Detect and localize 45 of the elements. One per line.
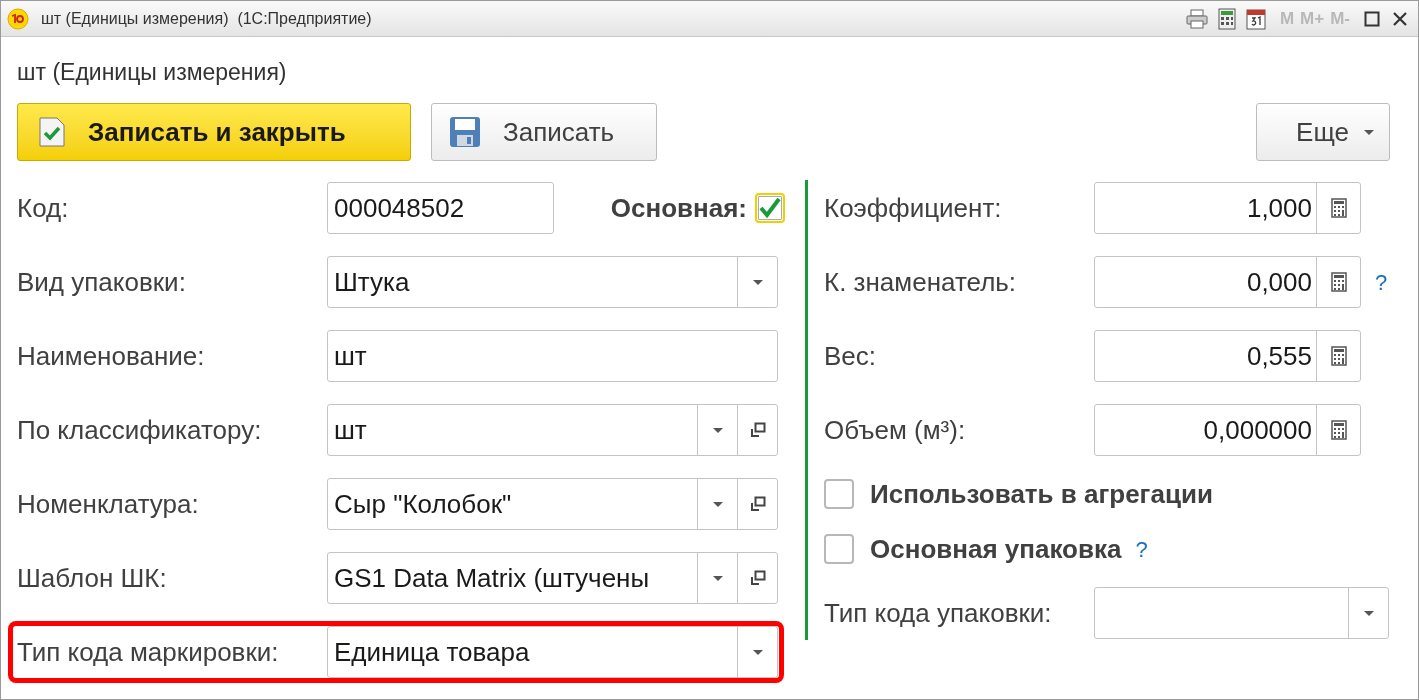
- field-label: Вид упаковки:: [17, 265, 187, 299]
- save-and-close-button[interactable]: Записать и закрыть: [17, 103, 411, 161]
- save-button[interactable]: Записать: [431, 103, 657, 161]
- field-label: Объем (м³):: [824, 413, 967, 447]
- checkbox[interactable]: [824, 479, 854, 509]
- number-field[interactable]: 0,000000: [1094, 404, 1361, 456]
- dropdown-field[interactable]: Штука: [327, 256, 778, 308]
- document-check-icon: [38, 117, 66, 147]
- field-label: Тип кода маркировки:: [17, 635, 280, 669]
- checkbox[interactable]: [824, 534, 854, 564]
- more-button[interactable]: Еще: [1256, 103, 1390, 161]
- field-label: По классификатору:: [17, 413, 263, 447]
- dropdown-field[interactable]: шт: [327, 404, 778, 456]
- field-label: Код:: [17, 191, 70, 225]
- help-link[interactable]: ?: [1375, 265, 1388, 299]
- close-icon[interactable]: [1392, 10, 1408, 27]
- app-logo-icon: [7, 7, 29, 30]
- field-label: Вес:: [824, 339, 878, 373]
- dropdown-field[interactable]: Единица товара: [327, 626, 778, 678]
- calculator-icon[interactable]: [1217, 7, 1236, 30]
- calendar-icon[interactable]: [1245, 7, 1266, 30]
- dropdown-field[interactable]: [1094, 587, 1389, 639]
- checkbox-label: Основная:: [610, 191, 747, 225]
- field-label: Тип кода упаковки:: [824, 596, 1053, 630]
- dropdown-field[interactable]: Сыр "Колобок": [327, 478, 778, 530]
- number-field[interactable]: 0,555: [1094, 330, 1361, 382]
- input-field[interactable]: шт: [327, 330, 778, 382]
- input-field[interactable]: 000048502: [327, 182, 554, 234]
- form-title: шт (Единицы измерения): [17, 58, 288, 87]
- help-link[interactable]: ?: [1135, 532, 1148, 566]
- field-label: Коэффициент:: [824, 191, 1003, 225]
- dropdown-field[interactable]: GS1 Data Matrix (штучены: [327, 552, 778, 604]
- field-label: Номенклатура:: [17, 487, 200, 521]
- number-field[interactable]: 0,000: [1094, 256, 1361, 308]
- maximize-icon[interactable]: [1364, 10, 1380, 27]
- number-field[interactable]: 1,000: [1094, 182, 1361, 234]
- checkbox-label: Основная упаковка: [870, 532, 1122, 566]
- caret-icon: [1363, 128, 1375, 136]
- printer-icon[interactable]: [1185, 8, 1208, 29]
- field-label: К. знаменатель:: [824, 265, 1018, 299]
- window-title: шт (Единицы измерения) (1С:Предприятие): [41, 8, 372, 29]
- field-label: Шаблон ШК:: [17, 561, 168, 595]
- checkbox-label: Использовать в агрегации: [870, 477, 1213, 511]
- field-label: Наименование:: [17, 339, 206, 373]
- checkbox[interactable]: [755, 193, 785, 223]
